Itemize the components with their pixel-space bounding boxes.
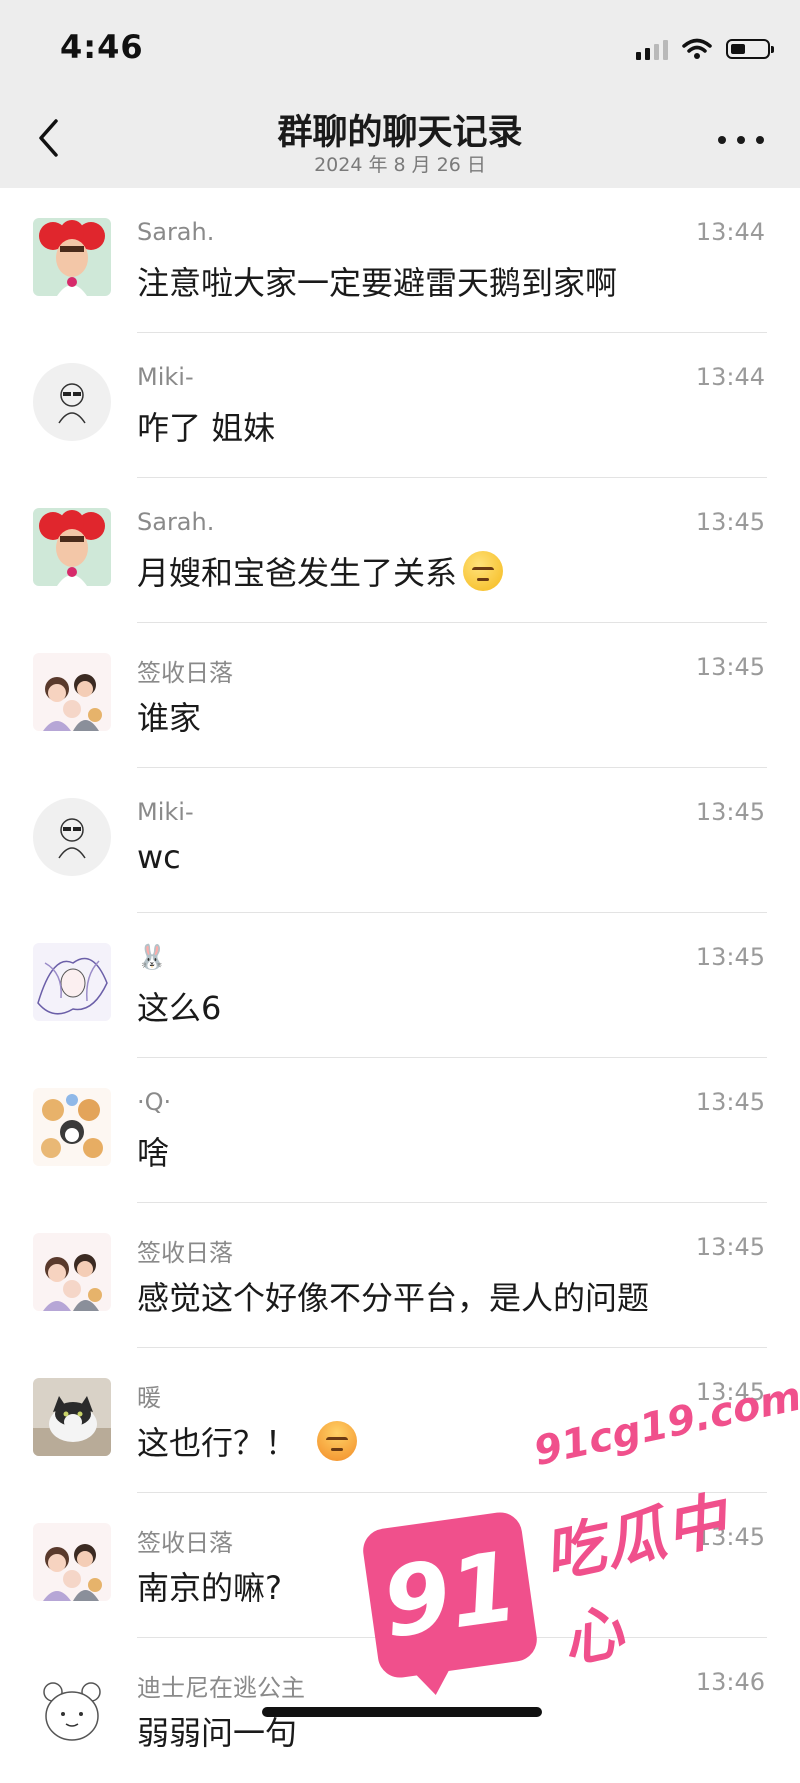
message-text-content: 月嫂和宝爸发生了关系: [137, 554, 458, 592]
sender-name: Sarah.: [137, 218, 215, 246]
message-text-content: 这也行？！: [137, 1424, 298, 1462]
message-text-content: 啥: [137, 1134, 170, 1172]
message-time: 13:45: [695, 798, 765, 826]
sender-name: Sarah.: [137, 508, 215, 536]
message-text-content: 注意啦大家一定要避雷天鹅到家啊: [137, 264, 618, 302]
message-text: 这么6: [137, 983, 221, 1029]
message-text: 南京的嘛?: [137, 1563, 282, 1609]
avatar-sarah[interactable]: [33, 218, 111, 296]
more-dot-icon: [718, 136, 726, 144]
list-item[interactable]: 签收日落 13:45 感觉这个好像不分平台，是人的问题: [0, 1203, 800, 1348]
more-dot-icon: [756, 136, 764, 144]
message-time: 13:44: [695, 218, 765, 246]
battery-icon: [726, 39, 774, 59]
message-time: 13:45: [695, 1088, 765, 1116]
message-text: 啥: [137, 1128, 169, 1174]
list-item[interactable]: Miki- 13:45 wc: [0, 768, 800, 913]
sender-name: 暖: [137, 1384, 161, 1412]
sender-name: Miki-: [137, 798, 194, 826]
message-time: 13:45: [695, 1233, 765, 1261]
message-text: 这也行？！: [137, 1418, 358, 1464]
message-text: 谁家: [137, 693, 201, 739]
message-text: wc: [137, 838, 181, 876]
top-bar: 4:46 群聊的聊天记录 2024 年 8 月 26 日: [0, 0, 800, 188]
message-time: 13:45: [695, 943, 765, 971]
exploding-head-emoji-icon: [317, 1421, 358, 1461]
home-indicator[interactable]: [262, 1707, 542, 1717]
message-text: 注意啦大家一定要避雷天鹅到家啊: [137, 258, 617, 304]
message-time: 13:45: [695, 653, 765, 681]
message-text-content: 南京的嘛?: [137, 1569, 282, 1607]
message-time: 13:46: [695, 1668, 765, 1696]
list-item[interactable]: 签收日落 13:45 谁家: [0, 623, 800, 768]
avatar-bear[interactable]: [33, 1668, 111, 1746]
sender-name: 签收日落: [137, 1239, 233, 1267]
message-time: 13:45: [695, 1378, 765, 1406]
avatar-family[interactable]: [33, 1523, 111, 1601]
message-text-content: 咋了 姐妹: [137, 409, 276, 447]
status-time: 4:46: [60, 28, 144, 66]
more-options-button[interactable]: [718, 128, 764, 152]
sender-name: 签收日落: [137, 659, 233, 687]
avatar-cat[interactable]: [33, 1378, 111, 1456]
message-time: 13:45: [695, 1523, 765, 1551]
status-icons: [636, 34, 774, 64]
page-title: 群聊的聊天记录: [277, 113, 523, 153]
avatar-sarah[interactable]: [33, 508, 111, 586]
message-text: 咋了 姐妹: [137, 403, 275, 449]
avatar-miki[interactable]: [33, 363, 111, 441]
message-text-content: 谁家: [137, 699, 202, 737]
message-text-content: 这么6: [137, 989, 222, 1027]
message-text: 感觉这个好像不分平台，是人的问题: [137, 1273, 649, 1319]
avatar-miki[interactable]: [33, 798, 111, 876]
message-list[interactable]: Sarah. 13:44 注意啦大家一定要避雷天鹅到家啊 Miki- 13:44…: [0, 188, 800, 1783]
message-time: 13:45: [695, 508, 765, 536]
sender-name: Miki-: [137, 363, 194, 391]
avatar-family[interactable]: [33, 653, 111, 731]
list-item[interactable]: ·Q· 13:45 啥: [0, 1058, 800, 1203]
list-item[interactable]: 暖 13:45 这也行？！: [0, 1348, 800, 1493]
sender-name: 签收日落: [137, 1529, 233, 1557]
page-subtitle: 2024 年 8 月 26 日: [314, 154, 486, 176]
cellular-signal-icon: [636, 38, 668, 60]
list-item[interactable]: Sarah. 13:44 注意啦大家一定要避雷天鹅到家啊: [0, 188, 800, 333]
list-item[interactable]: Sarah. 13:45 月嫂和宝爸发生了关系: [0, 478, 800, 623]
sender-name: 迪士尼在逃公主: [137, 1674, 305, 1702]
sender-name: 🐰: [137, 943, 167, 971]
message-text-content: 感觉这个好像不分平台，是人的问题: [137, 1279, 650, 1317]
message-text-content: wc: [137, 838, 181, 876]
message-text: 月嫂和宝爸发生了关系: [137, 548, 504, 594]
avatar-family[interactable]: [33, 1233, 111, 1311]
list-item[interactable]: Miki- 13:44 咋了 姐妹: [0, 333, 800, 478]
list-item[interactable]: 签收日落 13:45 南京的嘛?: [0, 1493, 800, 1638]
sender-name: ·Q·: [137, 1088, 172, 1116]
avatar-sketch[interactable]: [33, 943, 111, 1021]
message-time: 13:44: [695, 363, 765, 391]
more-dot-icon: [737, 136, 745, 144]
wifi-icon: [682, 38, 712, 59]
avatar-dogs[interactable]: [33, 1088, 111, 1166]
unamused-sweat-emoji-icon: [463, 551, 504, 591]
list-item[interactable]: 🐰 13:45 这么6: [0, 913, 800, 1058]
